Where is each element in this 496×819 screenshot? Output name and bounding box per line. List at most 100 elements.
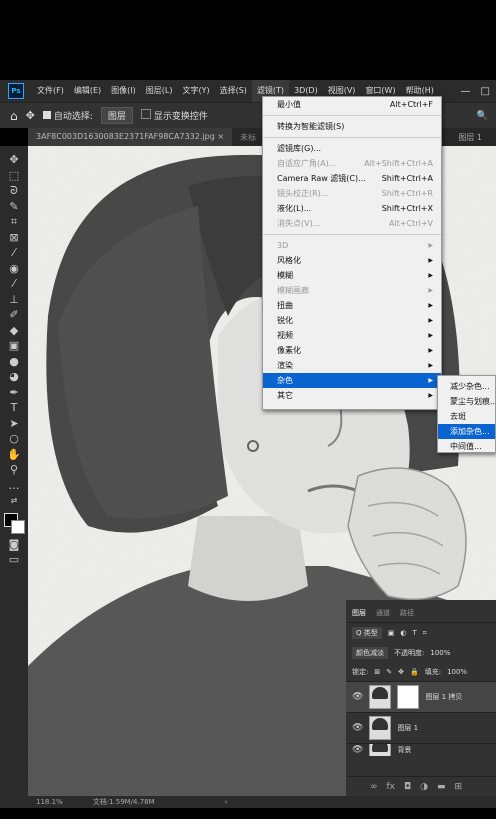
link-layers-icon[interactable]: ∞ [370, 782, 378, 792]
layer-style-icon[interactable]: fx [387, 782, 396, 792]
filter-menu-item[interactable]: 液化(L)... Shift+Ctrl+X [263, 201, 441, 216]
gradient-tool-icon[interactable]: ▣ [5, 338, 23, 354]
lock-pixels-icon[interactable]: ✎ [386, 668, 392, 676]
auto-select-dropdown[interactable]: 图层 [100, 107, 133, 124]
maximize-icon[interactable]: □ [481, 86, 490, 97]
lock-position-icon[interactable]: ✥ [398, 668, 404, 676]
move-tool-icon[interactable]: ✥ [26, 109, 35, 122]
layer-row-layer1[interactable]: 👁 图层 1 [346, 712, 496, 743]
lock-all-icon[interactable]: 🔒 [410, 668, 419, 676]
filter-type-icon[interactable]: T [412, 629, 416, 637]
filter-menu-item[interactable]: 风格化 ▶ [263, 253, 441, 268]
filter-menu-item[interactable]: 消失点(V)... Alt+Ctrl+V [263, 216, 441, 231]
home-icon[interactable]: ⌂ [10, 109, 18, 123]
visibility-eye-icon[interactable]: 👁 [352, 745, 363, 755]
filter-adjustment-icon[interactable]: ◐ [400, 629, 406, 637]
zoom-level[interactable]: 118.1% [36, 798, 63, 806]
lock-transparency-icon[interactable]: ⊠ [374, 668, 380, 676]
add-mask-icon[interactable]: ◘ [404, 782, 411, 792]
quick-mask-icon[interactable]: ◙ [5, 537, 23, 553]
filter-menu-item[interactable]: 扭曲 ▶ [263, 298, 441, 313]
filter-menu-item[interactable]: 镜头校正(R)... Shift+Ctrl+R [263, 186, 441, 201]
filter-menu-item[interactable]: 视频 ▶ [263, 328, 441, 343]
fill-field[interactable]: 100% [447, 668, 467, 676]
menu-edit[interactable]: 编辑(E) [69, 80, 106, 102]
filter-image-icon[interactable]: ▣ [388, 629, 395, 637]
tab-layers[interactable]: 图层 [352, 608, 366, 618]
filter-menu-item[interactable]: 3D ▶ [263, 238, 441, 253]
blend-mode-dropdown[interactable]: 颜色减淡 [352, 647, 388, 659]
document-tab[interactable]: 3AF8C003D1630083E2371FAF98CA7332.jpg × [28, 128, 233, 146]
filter-menu-item[interactable]: 模糊 ▶ [263, 268, 441, 283]
history-brush-tool-icon[interactable]: ✐ [5, 307, 23, 323]
filter-menu-item[interactable]: Camera Raw 滤镜(C)... Shift+Ctrl+A [263, 171, 441, 186]
layer-name[interactable]: 图层 1 [397, 723, 418, 733]
move-tool-icon[interactable]: ✥ [5, 152, 23, 168]
crop-tool-icon[interactable]: ⌗ [5, 214, 23, 230]
visibility-eye-icon[interactable]: 👁 [352, 723, 363, 733]
layer-row-copy[interactable]: 👁 图层 1 拷贝 [346, 681, 496, 712]
filter-menu-item[interactable]: 像素化 ▶ [263, 343, 441, 358]
marquee-tool-icon[interactable]: ⬚ [5, 168, 23, 184]
menu-type[interactable]: 文字(Y) [177, 80, 214, 102]
minimize-icon[interactable]: — [461, 86, 471, 97]
path-select-tool-icon[interactable]: ➤ [5, 416, 23, 432]
layer-name[interactable]: 背景 [397, 745, 411, 755]
type-tool-icon[interactable]: T [5, 400, 23, 416]
opacity-field[interactable]: 100% [430, 649, 450, 657]
quick-select-tool-icon[interactable]: ✎ [5, 199, 23, 215]
brush-tool-icon[interactable]: ⁄ [5, 276, 23, 292]
new-group-icon[interactable]: ▬ [437, 782, 446, 792]
zoom-tool-icon[interactable]: ⚲ [5, 462, 23, 478]
noise-submenu-item[interactable]: 去斑 [438, 409, 495, 424]
color-swatches[interactable] [4, 512, 25, 534]
new-layer-icon[interactable]: ⊞ [455, 782, 463, 792]
filter-menu-item[interactable]: 滤镜库(G)... [263, 141, 441, 156]
menu-select[interactable]: 选择(S) [215, 80, 252, 102]
clone-stamp-tool-icon[interactable]: ⊥ [5, 292, 23, 308]
filter-menu-item[interactable]: 模糊画廊 ▶ [263, 283, 441, 298]
screen-mode-icon[interactable]: ▭ [5, 552, 23, 568]
swap-colors-icon[interactable]: ⇄ [5, 493, 23, 509]
status-menu-arrow-icon[interactable]: › [225, 798, 228, 806]
tab-channels[interactable]: 通道 [376, 608, 390, 618]
visibility-eye-icon[interactable]: 👁 [352, 692, 363, 702]
filter-menu-item[interactable]: 最小值 Alt+Ctrl+F [263, 97, 441, 112]
background-color-swatch[interactable] [11, 519, 25, 534]
menu-layer[interactable]: 图层(L) [141, 80, 178, 102]
filter-menu-item[interactable]: 锐化 ▶ [263, 313, 441, 328]
layer-mask-thumbnail[interactable] [397, 685, 420, 709]
filter-menu-item[interactable]: 转换为智能滤镜(S) [263, 119, 441, 134]
new-adjustment-icon[interactable]: ◑ [420, 782, 428, 792]
filter-menu-item[interactable]: 渲染 ▶ [263, 358, 441, 373]
filter-menu-item[interactable]: 其它 ▶ [263, 388, 441, 403]
frame-tool-icon[interactable]: ⊠ [5, 230, 23, 246]
auto-select-checkbox[interactable]: 自动选择: [42, 109, 93, 122]
eraser-tool-icon[interactable]: ◆ [5, 323, 23, 339]
pen-tool-icon[interactable]: ✒ [5, 385, 23, 401]
layer-kind-filter[interactable]: Q 类型 [352, 627, 382, 639]
healing-brush-tool-icon[interactable]: ◉ [5, 261, 23, 277]
noise-submenu-item[interactable]: 蒙尘与划痕... [438, 394, 495, 409]
noise-submenu-item[interactable]: 添加杂色... [438, 424, 495, 439]
filter-menu-item[interactable]: 自适应广角(A)... Alt+Shift+Ctrl+A [263, 156, 441, 171]
show-transform-checkbox[interactable]: 显示变换控件 [140, 109, 208, 122]
ellipse-tool-icon[interactable]: ○ [5, 431, 23, 447]
menu-image[interactable]: 图像(I) [106, 80, 141, 102]
layer-name-tab[interactable]: 图层 1 [458, 132, 496, 143]
filter-shape-icon[interactable]: ⌗ [423, 629, 427, 638]
layer-name[interactable]: 图层 1 拷贝 [425, 692, 462, 702]
eyedropper-tool-icon[interactable]: ⁄ [5, 245, 23, 261]
layer-row-background[interactable]: 👁 背景 [346, 743, 496, 756]
tab-paths[interactable]: 路径 [400, 608, 414, 618]
dodge-tool-icon[interactable]: ◕ [5, 369, 23, 385]
search-icon[interactable]: 🔍 [477, 111, 488, 121]
blur-tool-icon[interactable]: ● [5, 354, 23, 370]
noise-submenu-item[interactable]: 中间值... [438, 439, 495, 454]
filter-menu-item[interactable]: 杂色 ▶ [263, 373, 441, 388]
noise-submenu-item[interactable]: 减少杂色... [438, 379, 495, 394]
lasso-tool-icon[interactable]: ᘐ [5, 183, 23, 199]
document-tab-2[interactable]: 未标 [232, 132, 264, 143]
menu-file[interactable]: 文件(F) [32, 80, 69, 102]
hand-tool-icon[interactable]: ✋ [5, 447, 23, 463]
